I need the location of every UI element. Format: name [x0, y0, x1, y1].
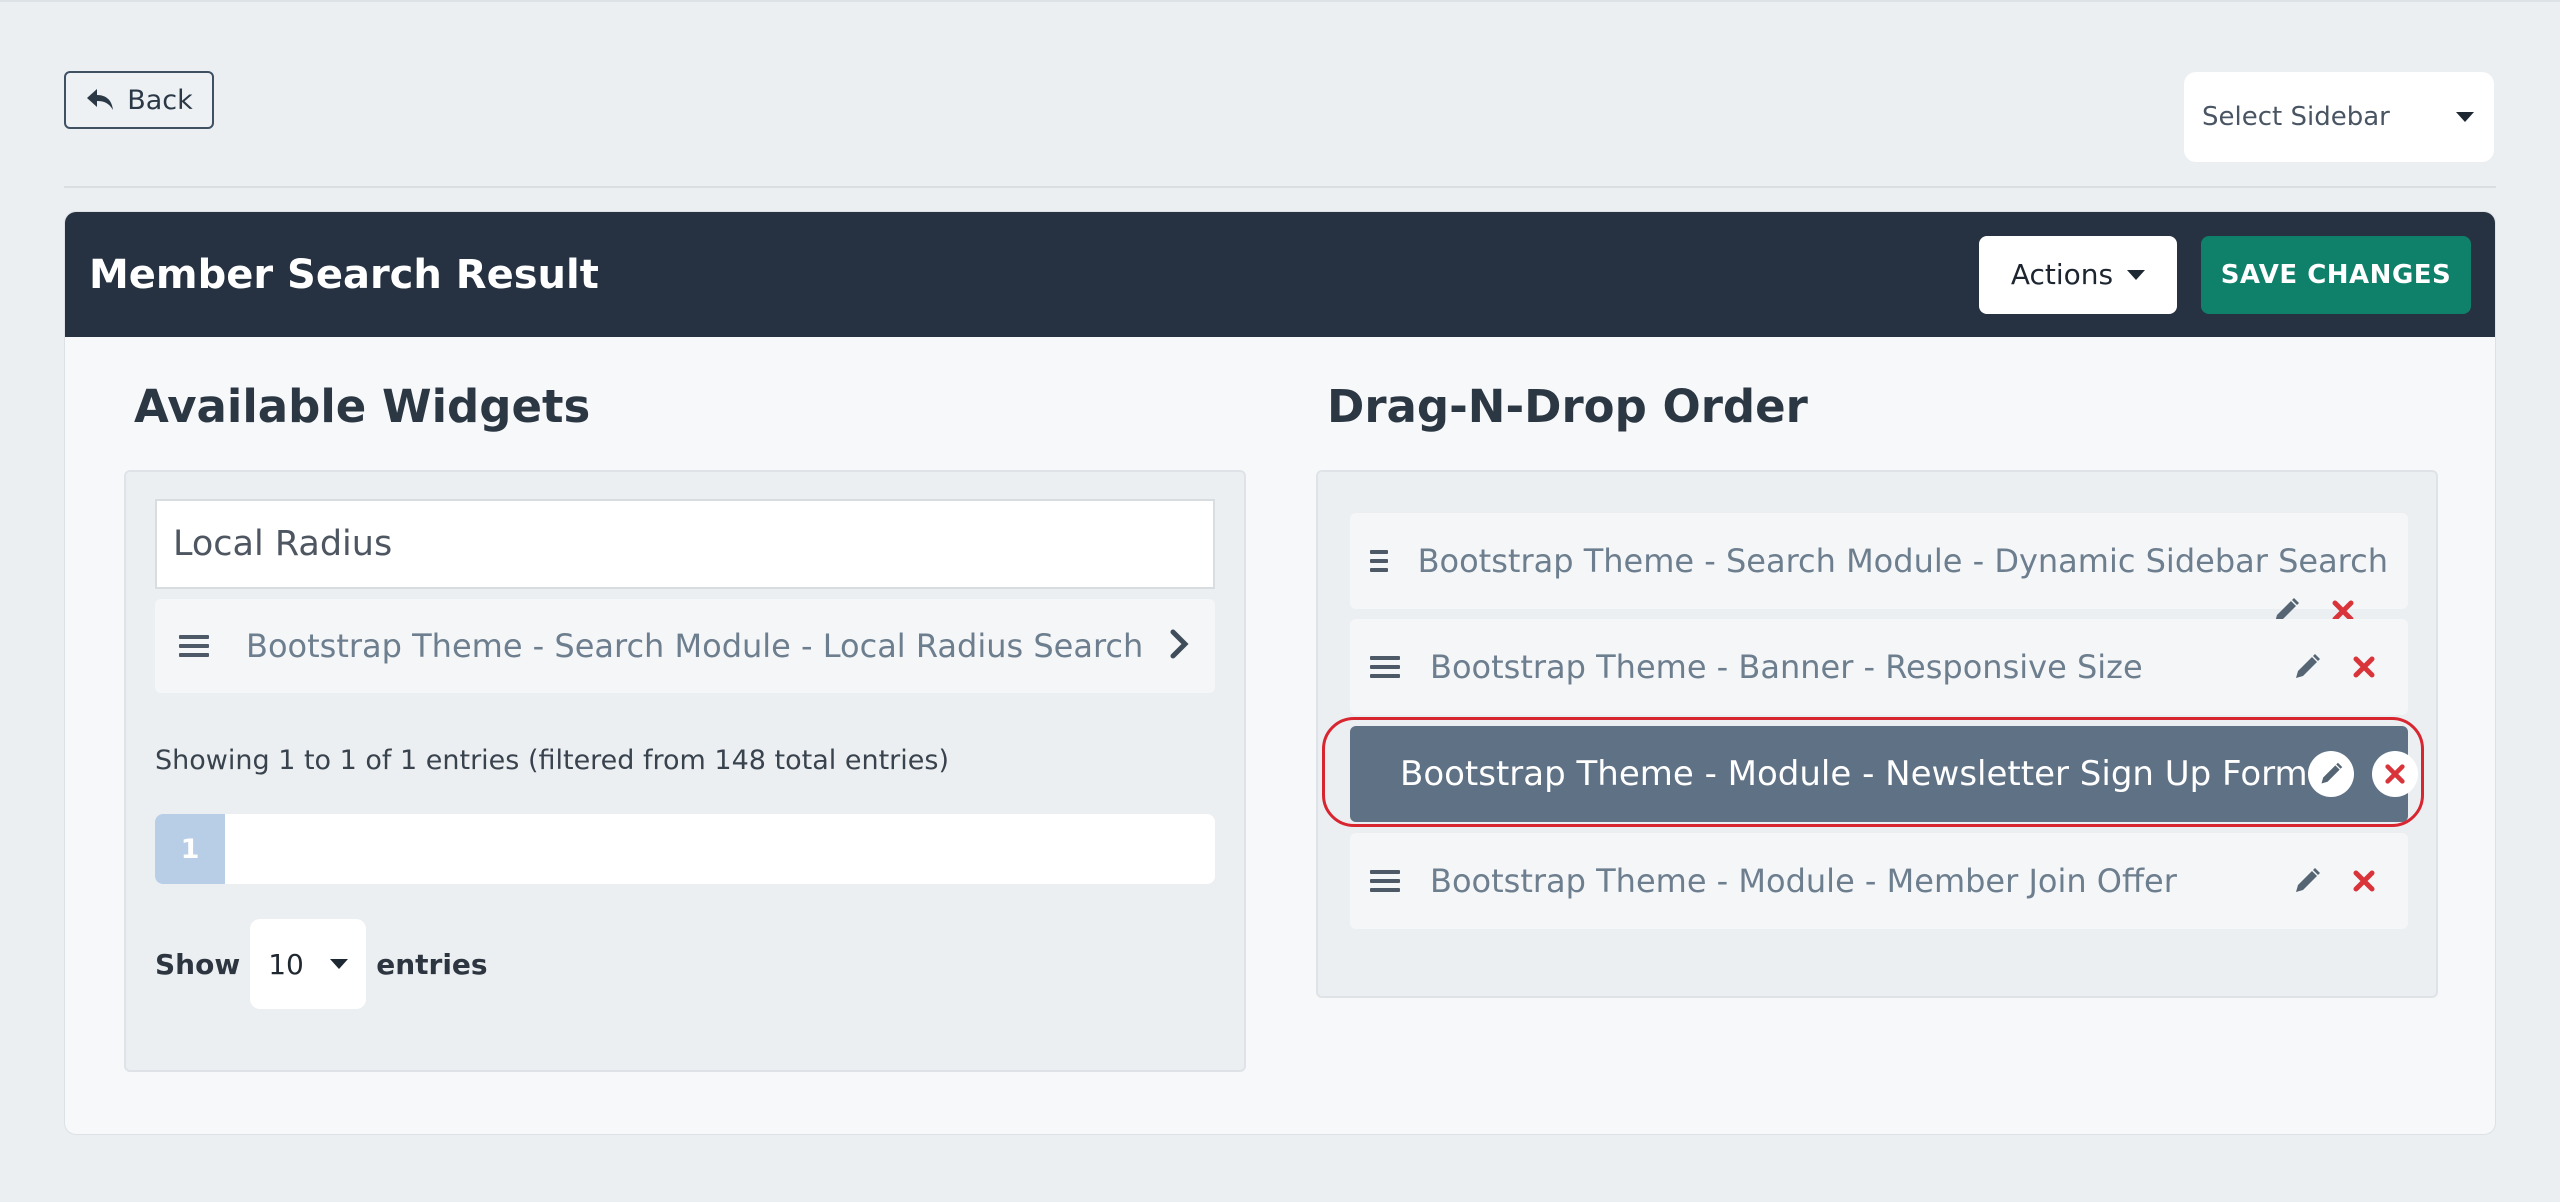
order-item[interactable]: Bootstrap Theme - Search Module - Dynami… — [1350, 513, 2408, 609]
pencil-icon[interactable] — [2292, 866, 2322, 896]
chevron-right-icon[interactable] — [1169, 623, 1191, 669]
order-item[interactable]: Bootstrap Theme - Module - Member Join O… — [1350, 833, 2408, 929]
table-info-text: Showing 1 to 1 of 1 entries (filtered fr… — [155, 745, 949, 776]
order-item[interactable]: Bootstrap Theme - Banner - Responsive Si… — [1350, 619, 2408, 715]
close-x-icon[interactable] — [2352, 869, 2376, 893]
back-button[interactable]: Back — [64, 71, 214, 129]
pencil-icon[interactable] — [2292, 652, 2322, 682]
order-item-label: Bootstrap Theme - Search Module - Dynami… — [1417, 542, 2388, 580]
divider — [64, 186, 2496, 188]
caret-down-icon — [330, 959, 349, 969]
show-label: Show — [155, 947, 241, 981]
panel-header: Member Search Result Actions SAVE CHANGE… — [65, 212, 2495, 337]
available-widget-row[interactable]: Bootstrap Theme - Search Module - Local … — [155, 599, 1215, 693]
drag-n-drop-order-heading: Drag-N-Drop Order — [1327, 380, 1808, 433]
close-x-icon[interactable] — [2352, 655, 2376, 679]
reply-arrow-icon — [87, 89, 114, 110]
order-item-label: Bootstrap Theme - Module - Member Join O… — [1430, 862, 2177, 900]
page-length-select[interactable]: 10 — [250, 919, 367, 1009]
page-length-control: Show 10 entries — [155, 919, 488, 1009]
back-button-label: Back — [127, 84, 193, 116]
order-item-label: Bootstrap Theme - Banner - Responsive Si… — [1430, 648, 2143, 686]
widget-order-panel: Member Search Result Actions SAVE CHANGE… — [64, 211, 2496, 1135]
order-item-actions — [2292, 652, 2376, 682]
hamburger-drag-icon[interactable] — [1370, 656, 1400, 678]
caret-down-icon — [2127, 269, 2146, 280]
actions-dropdown-button[interactable]: Actions — [1979, 235, 2177, 314]
actions-label: Actions — [2010, 258, 2114, 291]
available-widgets-box: Bootstrap Theme - Search Module - Local … — [124, 470, 1246, 1072]
order-item-actions — [2292, 866, 2376, 896]
hamburger-drag-icon[interactable] — [1370, 870, 1400, 892]
hamburger-drag-icon[interactable] — [1370, 550, 1388, 572]
widget-search-input[interactable] — [155, 499, 1215, 589]
available-widget-label: Bootstrap Theme - Search Module - Local … — [246, 627, 1144, 665]
caret-down-icon — [2456, 112, 2474, 122]
page-length-value: 10 — [268, 947, 304, 981]
page-1-button[interactable]: 1 — [155, 814, 225, 884]
save-changes-button[interactable]: SAVE CHANGES — [2201, 235, 2471, 314]
sidebar-select[interactable]: Select Sidebar — [2184, 72, 2494, 162]
available-widgets-heading: Available Widgets — [134, 380, 591, 433]
page-title: Member Search Result — [89, 251, 599, 298]
selection-highlight-ring — [1322, 717, 2424, 827]
hamburger-drag-icon[interactable] — [179, 635, 209, 657]
header-actions: Actions SAVE CHANGES — [1979, 235, 2471, 314]
sidebar-select-value: Select Sidebar — [2202, 102, 2390, 132]
pagination: 1 — [155, 814, 1215, 884]
top-border — [0, 0, 2560, 2]
entries-label: entries — [376, 947, 488, 981]
